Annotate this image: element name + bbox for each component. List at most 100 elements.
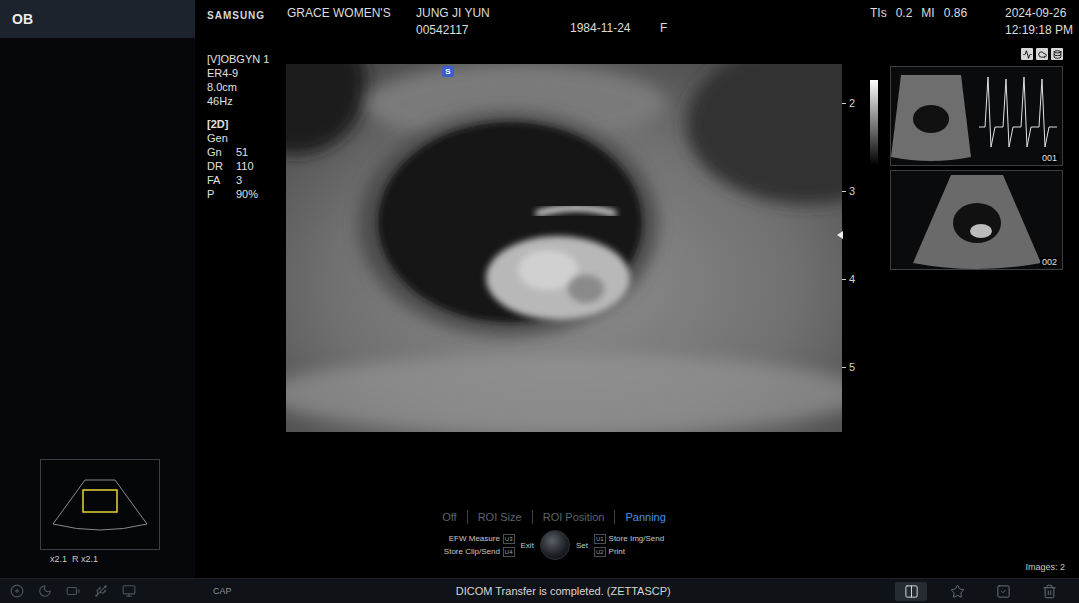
star-icon: [950, 584, 965, 599]
thumbnail[interactable]: 001: [890, 66, 1063, 166]
bmode-thumbnail-image: [891, 171, 1062, 269]
birth-date: 1984-11-24: [570, 0, 660, 48]
menu-item[interactable]: ROI Size: [467, 510, 532, 524]
exit-button[interactable]: Exit: [521, 541, 534, 550]
control-item[interactable]: U1Store Img/Send: [594, 534, 664, 544]
right-controls: U1Store Img/Send U2Print: [594, 534, 664, 557]
main-column: SAMSUNGGRACE WOMEN'SJUNG JI YUN005421171…: [195, 0, 1079, 578]
ultrasound-screen: OB x2.1 R x2.1 SAMSUNGGRACE WOMEN'SJUNG JI…: [0, 0, 1079, 603]
institution: GRACE WOMEN'S: [287, 0, 416, 48]
index-value: 0.2: [896, 6, 913, 20]
key-badge: U4: [503, 547, 515, 557]
image-count: Images: 2: [890, 562, 1065, 572]
time: 12:19:18 PM: [1005, 23, 1079, 37]
tool-button[interactable]: [1033, 582, 1065, 601]
control-item[interactable]: U2Print: [594, 547, 625, 557]
probe-field-map: [41, 460, 159, 549]
tool-button[interactable]: [895, 582, 927, 601]
status-icons: [0, 584, 195, 598]
parameters: [V]OBGYN 1ER4-98.0cm46Hz [2D]GenGn51DR110…: [195, 48, 286, 578]
trash-icon: [1042, 584, 1057, 599]
trackball-knob[interactable]: [540, 530, 570, 560]
key-badge: U3: [503, 534, 515, 544]
system-icons: [890, 48, 1065, 60]
control-item[interactable]: Store Clip/SendU4: [444, 547, 515, 557]
doppler-thumbnail-image: [891, 67, 1062, 165]
minimap: x2.1 R x2.1: [0, 459, 195, 564]
probe-line: [V]OBGYN 1: [207, 52, 286, 66]
mode-tab[interactable]: OB: [0, 0, 195, 38]
set-button[interactable]: Set: [576, 541, 588, 550]
usb-icon[interactable]: [94, 584, 108, 598]
depth-tick: 2: [842, 96, 866, 110]
index-label: MI: [921, 6, 934, 20]
cap-label[interactable]: CAP: [195, 586, 232, 596]
dual-view-icon: [904, 584, 919, 599]
probe-line: ER4-9: [207, 66, 286, 80]
tool-button[interactable]: [987, 582, 1019, 601]
header: SAMSUNGGRACE WOMEN'SJUNG JI YUN005421171…: [195, 0, 1079, 48]
setting-row: DR110: [207, 159, 286, 173]
thumbnail[interactable]: 002: [890, 170, 1063, 270]
database-icon: [1053, 50, 1062, 59]
index-label: TIs: [870, 6, 887, 20]
zoom-label: x2.1 R x2.1: [40, 554, 195, 564]
patient-id: 00542117: [416, 23, 570, 37]
acoustic-indices: TIs 0.2 MI 0.86: [870, 0, 1005, 48]
orientation-marker: S: [442, 66, 454, 77]
brand-cell: SAMSUNG: [195, 0, 287, 48]
menu-item[interactable]: ROI Position: [532, 510, 615, 524]
center-stack: S OffROI SizeROI PositionPanning EFW Measu…: [286, 48, 842, 578]
key-badge: U1: [594, 534, 606, 544]
focus-marker-icon[interactable]: [837, 231, 843, 239]
grayscale-bar: [870, 80, 878, 165]
setting-row: Gn51: [207, 145, 286, 159]
thumbnail-list: 001 002: [890, 66, 1065, 270]
depth-tick: 5: [842, 360, 866, 374]
moon-icon[interactable]: [38, 584, 52, 598]
brand-logo: SAMSUNG: [195, 10, 287, 21]
minimap-box: [40, 459, 160, 550]
index-value: 0.86: [944, 6, 967, 20]
workspace: OB x2.1 R x2.1 SAMSUNGGRACE WOMEN'SJUNG JI…: [0, 0, 1079, 578]
tool-group: [895, 582, 1079, 601]
setting-row: Gen: [207, 131, 286, 145]
image-frame[interactable]: S: [286, 64, 842, 432]
depth-scale: 2 3 4 5: [842, 48, 886, 578]
setting-row: FA3: [207, 173, 286, 187]
right-panel: 001 002 Images: 2: [886, 48, 1079, 578]
activity-icon: [1023, 50, 1032, 59]
tool-button[interactable]: [941, 582, 973, 601]
left-column: OB x2.1 R x2.1: [0, 0, 195, 578]
control-row: EFW MeasureU3 Store Clip/SendU4 Exit Set U1S…: [444, 530, 664, 560]
status-message: DICOM Transfer is completed. (ZETTASCP): [232, 585, 895, 597]
cloud-icon: [1038, 50, 1047, 59]
body: [V]OBGYN 1ER4-98.0cm46Hz [2D]GenGn51DR110…: [195, 48, 1079, 578]
patient-sex: F: [660, 0, 870, 48]
monitor-icon[interactable]: [122, 584, 136, 598]
date: 2024-09-26: [1005, 6, 1079, 20]
depth-tick: 4: [842, 272, 866, 286]
status-bar: CAPDICOM Transfer is completed. (ZETTASC…: [0, 578, 1079, 603]
battery-icon: [66, 584, 80, 598]
patient: JUNG JI YUN 00542117: [416, 0, 570, 48]
menu-item[interactable]: Off: [432, 510, 466, 524]
zoom-menu: OffROI SizeROI PositionPanning: [432, 510, 676, 524]
check-icon: [996, 584, 1011, 599]
probe-line: 8.0cm: [207, 80, 286, 94]
menu-item[interactable]: Panning: [614, 510, 675, 524]
setting-row: P90%: [207, 187, 286, 201]
thumbnail-label: 001: [1040, 153, 1059, 163]
imaging-mode: [2D]: [207, 117, 286, 131]
key-badge: U2: [594, 547, 606, 557]
date-time: 2024-09-26 12:19:18 PM: [1005, 0, 1079, 48]
control-item[interactable]: EFW MeasureU3: [449, 534, 515, 544]
left-controls: EFW MeasureU3 Store Clip/SendU4: [444, 534, 515, 557]
disc-icon[interactable]: [10, 584, 24, 598]
patient-name: JUNG JI YUN: [416, 6, 570, 20]
thumbnail-label: 002: [1040, 257, 1059, 267]
probe-line: 46Hz: [207, 94, 286, 108]
ultrasound-image: [286, 64, 842, 432]
controls-area: OffROI SizeROI PositionPanning EFW Measur…: [286, 510, 842, 560]
depth-tick: 3: [842, 184, 866, 198]
